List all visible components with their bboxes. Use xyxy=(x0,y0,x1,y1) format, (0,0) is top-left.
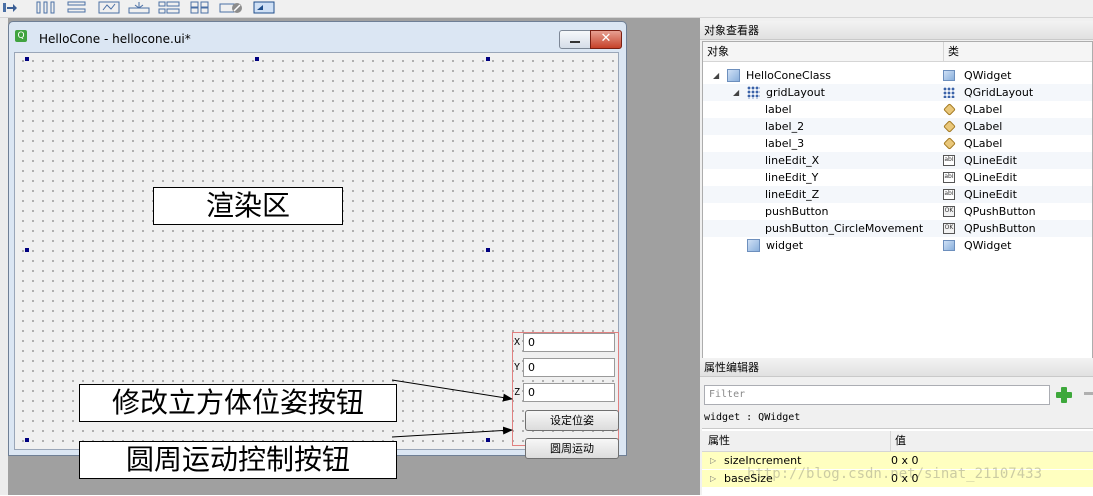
tree-row[interactable]: lineEdit_Y abI QLineEdit xyxy=(703,169,1092,186)
object-name: HelloConeClass xyxy=(746,69,831,82)
widget-red-icon xyxy=(727,69,740,82)
qlineedit-icon: abI xyxy=(943,155,955,166)
arrow-to-circle-movement xyxy=(391,426,513,438)
column-property[interactable]: 属性 xyxy=(708,431,730,451)
object-name: pushButton_CircleMovement xyxy=(765,222,924,235)
object-name: gridLayout xyxy=(766,86,825,99)
qpushbutton-icon: OK xyxy=(943,223,955,234)
qlabel-icon xyxy=(943,103,956,116)
object-inspector-title: 对象查看器 xyxy=(700,21,1093,40)
collapse-arrow-icon[interactable]: ◢ xyxy=(733,84,739,101)
property-editor-title: 属性编辑器 xyxy=(700,358,1093,377)
expand-arrow-icon[interactable]: ▷ xyxy=(710,452,716,469)
class-name: QPushButton xyxy=(964,222,1036,235)
grid-layout-icon xyxy=(747,86,760,99)
object-name: lineEdit_X xyxy=(765,154,820,167)
plus-icon-vertical xyxy=(1061,387,1067,403)
property-table[interactable]: 属性 值 ▷ sizeIncrement 0 x 0 ▷ baseSize 0 … xyxy=(702,428,1093,496)
object-tree-header: 对象 类 xyxy=(703,42,1092,62)
add-dynamic-property-button[interactable] xyxy=(1053,384,1075,406)
tree-row[interactable]: ◢ gridLayout QGridLayout xyxy=(703,84,1092,101)
right-dock-panel: 对象查看器 对象 类 ◢ HelloConeClass QWidget ◢ gr… xyxy=(700,18,1093,496)
qlineedit-icon: abI xyxy=(943,189,955,200)
class-name: QPushButton xyxy=(964,205,1036,218)
selected-object-caption: widget : QWidget xyxy=(704,412,801,423)
qlineedit-icon: abI xyxy=(943,172,955,183)
tree-row[interactable]: lineEdit_X abI QLineEdit xyxy=(703,152,1092,169)
class-name: QGridLayout xyxy=(964,86,1034,99)
class-name: QLabel xyxy=(964,120,1003,133)
class-name: QLineEdit xyxy=(964,154,1017,167)
collapse-arrow-icon[interactable]: ◢ xyxy=(713,67,719,84)
qwidget-icon xyxy=(943,240,955,251)
object-name: lineEdit_Z xyxy=(765,188,820,201)
qpushbutton-icon: OK xyxy=(943,206,955,217)
arrow-to-set-pose xyxy=(391,379,513,402)
tree-row[interactable]: widget QWidget xyxy=(703,237,1092,254)
qgridlayout-icon xyxy=(943,87,955,98)
object-name: label xyxy=(765,103,792,116)
qwidget-icon xyxy=(943,70,955,81)
object-name: pushButton xyxy=(765,205,829,218)
object-tree[interactable]: 对象 类 ◢ HelloConeClass QWidget ◢ gridLayo… xyxy=(702,41,1093,368)
object-name: lineEdit_Y xyxy=(765,171,819,184)
tree-row[interactable]: pushButton_CircleMovement OK QPushButton xyxy=(703,220,1092,237)
qlabel-icon xyxy=(943,120,956,133)
class-name: QLineEdit xyxy=(964,171,1017,184)
tree-row[interactable]: ◢ HelloConeClass QWidget xyxy=(703,67,1092,84)
tree-row[interactable]: label_3 QLabel xyxy=(703,135,1092,152)
tree-row[interactable]: lineEdit_Z abI QLineEdit xyxy=(703,186,1092,203)
tree-row[interactable]: label QLabel xyxy=(703,101,1092,118)
watermark: http://blog.csdn.net/sinat_21107433 xyxy=(747,466,1043,482)
class-name: QWidget xyxy=(964,69,1012,82)
tree-row[interactable]: label_2 QLabel xyxy=(703,118,1092,135)
annotation-arrows xyxy=(391,379,513,438)
object-name: widget xyxy=(766,239,804,252)
class-name: QLabel xyxy=(964,103,1003,116)
class-name: QLabel xyxy=(964,137,1003,150)
remove-property-icon[interactable] xyxy=(1084,392,1093,395)
class-name: QLineEdit xyxy=(964,188,1017,201)
column-object[interactable]: 对象 xyxy=(707,42,729,61)
qlabel-icon xyxy=(943,137,956,150)
widget-icon xyxy=(747,239,760,252)
object-name: label_3 xyxy=(765,137,805,150)
expand-arrow-icon[interactable]: ▷ xyxy=(710,470,716,487)
property-table-header: 属性 值 xyxy=(702,431,1093,452)
column-value[interactable]: 值 xyxy=(890,431,906,451)
column-class[interactable]: 类 xyxy=(943,42,959,61)
tree-row[interactable]: pushButton OK QPushButton xyxy=(703,203,1092,220)
class-name: QWidget xyxy=(964,239,1012,252)
object-name: label_2 xyxy=(765,120,805,133)
property-filter-input[interactable]: Filter xyxy=(704,385,1050,405)
